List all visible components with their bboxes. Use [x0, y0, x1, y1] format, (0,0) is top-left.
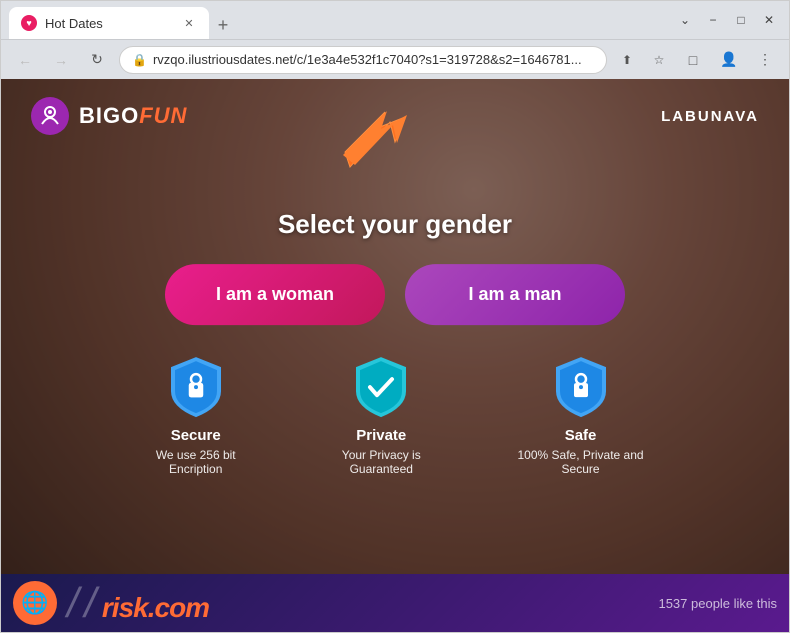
risk-logo: / / risk.com	[67, 582, 209, 624]
close-button[interactable]: ✕	[757, 8, 781, 32]
safe-badge-desc: 100% Safe, Private and Secure	[506, 448, 655, 476]
private-badge-desc: Your Privacy is Guaranteed	[316, 448, 446, 476]
bottom-bar: 🌐 / / risk.com 1537 people like this	[1, 574, 789, 632]
logo-icon	[31, 97, 69, 135]
title-bar: ♥ Hot Dates ✕ + ⌄ − □ ✕	[1, 1, 789, 39]
tab-title: Hot Dates	[45, 16, 173, 31]
back-button[interactable]: ←	[11, 46, 39, 74]
safe-badge-title: Safe	[506, 427, 655, 444]
active-tab[interactable]: ♥ Hot Dates ✕	[9, 7, 209, 39]
woman-button[interactable]: I am a woman	[165, 264, 385, 325]
minimize-button[interactable]: −	[701, 8, 725, 32]
url-text: rvzqo.ilustriousdates.net/c/1e3a4e532f1c…	[153, 52, 594, 67]
logo-fun: FUN	[139, 103, 187, 128]
logo-text: BIGOFUN	[79, 103, 187, 129]
tab-favicon: ♥	[21, 15, 37, 31]
logo-bigo: BIGO	[79, 103, 139, 128]
maximize-button[interactable]: □	[729, 8, 753, 32]
select-gender-title: Select your gender	[135, 209, 655, 240]
private-shield-icon	[352, 355, 410, 419]
trust-badges: Secure We use 256 bit Encription Private…	[135, 355, 655, 476]
secure-badge-desc: We use 256 bit Encription	[135, 448, 256, 476]
window-controls: ⌄ − □ ✕	[673, 8, 781, 32]
chevron-down-icon[interactable]: ⌄	[673, 8, 697, 32]
lock-icon: 🔒	[132, 53, 147, 67]
safe-shield-icon	[552, 355, 610, 419]
nav-right-label: LABUNAVA	[661, 108, 759, 125]
address-bar: ← → ↻ 🔒 rvzqo.ilustriousdates.net/c/1e3a…	[1, 39, 789, 79]
globe-icon: 🌐	[13, 581, 57, 625]
menu-icon[interactable]: ⋮	[751, 46, 779, 74]
refresh-button[interactable]: ↻	[83, 46, 111, 74]
safe-badge: Safe 100% Safe, Private and Secure	[506, 355, 655, 476]
profile-icon[interactable]: 👤	[715, 46, 743, 74]
url-bar[interactable]: 🔒 rvzqo.ilustriousdates.net/c/1e3a4e532f…	[119, 46, 607, 74]
gender-buttons: I am a woman I am a man	[135, 264, 655, 325]
page-content: BIGOFUN LABUNAVA Select your gender I am…	[1, 79, 789, 632]
private-badge-title: Private	[316, 427, 446, 444]
arrow-icon	[335, 107, 415, 177]
logo-area: BIGOFUN	[31, 97, 187, 135]
man-button[interactable]: I am a man	[405, 264, 625, 325]
secure-badge: Secure We use 256 bit Encription	[135, 355, 256, 476]
browser-frame: ♥ Hot Dates ✕ + ⌄ − □ ✕ ← → ↻ 🔒 rvzqo.il…	[0, 0, 790, 633]
secure-badge-title: Secure	[135, 427, 256, 444]
bookmark-icon[interactable]: ☆	[647, 48, 671, 72]
share-icon[interactable]: ⬆	[615, 48, 639, 72]
tab-close-button[interactable]: ✕	[181, 15, 197, 31]
extensions-icon[interactable]: □	[679, 46, 707, 74]
new-tab-button[interactable]: +	[209, 11, 237, 39]
forward-button[interactable]: →	[47, 46, 75, 74]
tab-area: ♥ Hot Dates ✕ +	[9, 1, 667, 39]
private-badge: Private Your Privacy is Guaranteed	[316, 355, 446, 476]
like-count: 1537 people like this	[658, 596, 777, 611]
secure-shield-icon	[167, 355, 225, 419]
arrow-indicator	[335, 107, 415, 182]
main-content: Select your gender I am a woman I am a m…	[135, 209, 655, 476]
